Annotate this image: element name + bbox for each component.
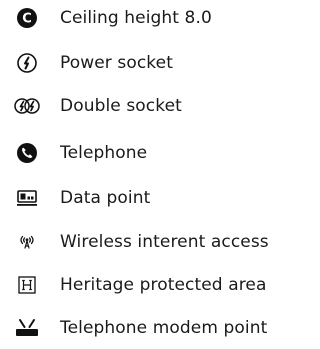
legend-item-telephone: Telephone — [0, 138, 288, 168]
legend-label: Heritage protected area — [60, 275, 267, 295]
legend-label: Ceiling height 8.0 — [60, 8, 212, 28]
legend-label: Wireless interent access — [60, 232, 269, 252]
double-socket-icon — [14, 93, 40, 119]
legend-item-data-point: Data point — [0, 183, 288, 213]
legend-item-wireless: Wireless interent access — [0, 227, 288, 257]
legend-item-heritage: Heritage protected area — [0, 270, 288, 300]
svg-text:C: C — [22, 12, 32, 27]
legend-item-power-socket: Power socket — [0, 48, 288, 78]
ceiling-height-icon: C — [14, 5, 40, 31]
heritage-icon — [14, 272, 40, 298]
legend-label: Data point — [60, 188, 151, 208]
power-socket-icon — [14, 50, 40, 76]
modem-point-icon — [14, 315, 40, 341]
legend-label: Double socket — [60, 96, 182, 116]
legend-label: Telephone — [60, 143, 148, 163]
data-point-icon — [14, 185, 40, 211]
legend-item-modem-point: Telephone modem point — [0, 313, 288, 343]
telephone-icon — [14, 140, 40, 166]
legend-label: Power socket — [60, 53, 173, 73]
legend-item-double-socket: Double socket — [0, 91, 288, 121]
legend-item-ceiling-height: C Ceiling height 8.0 — [0, 3, 288, 33]
wireless-icon — [14, 229, 40, 255]
legend-label: Telephone modem point — [60, 318, 268, 338]
